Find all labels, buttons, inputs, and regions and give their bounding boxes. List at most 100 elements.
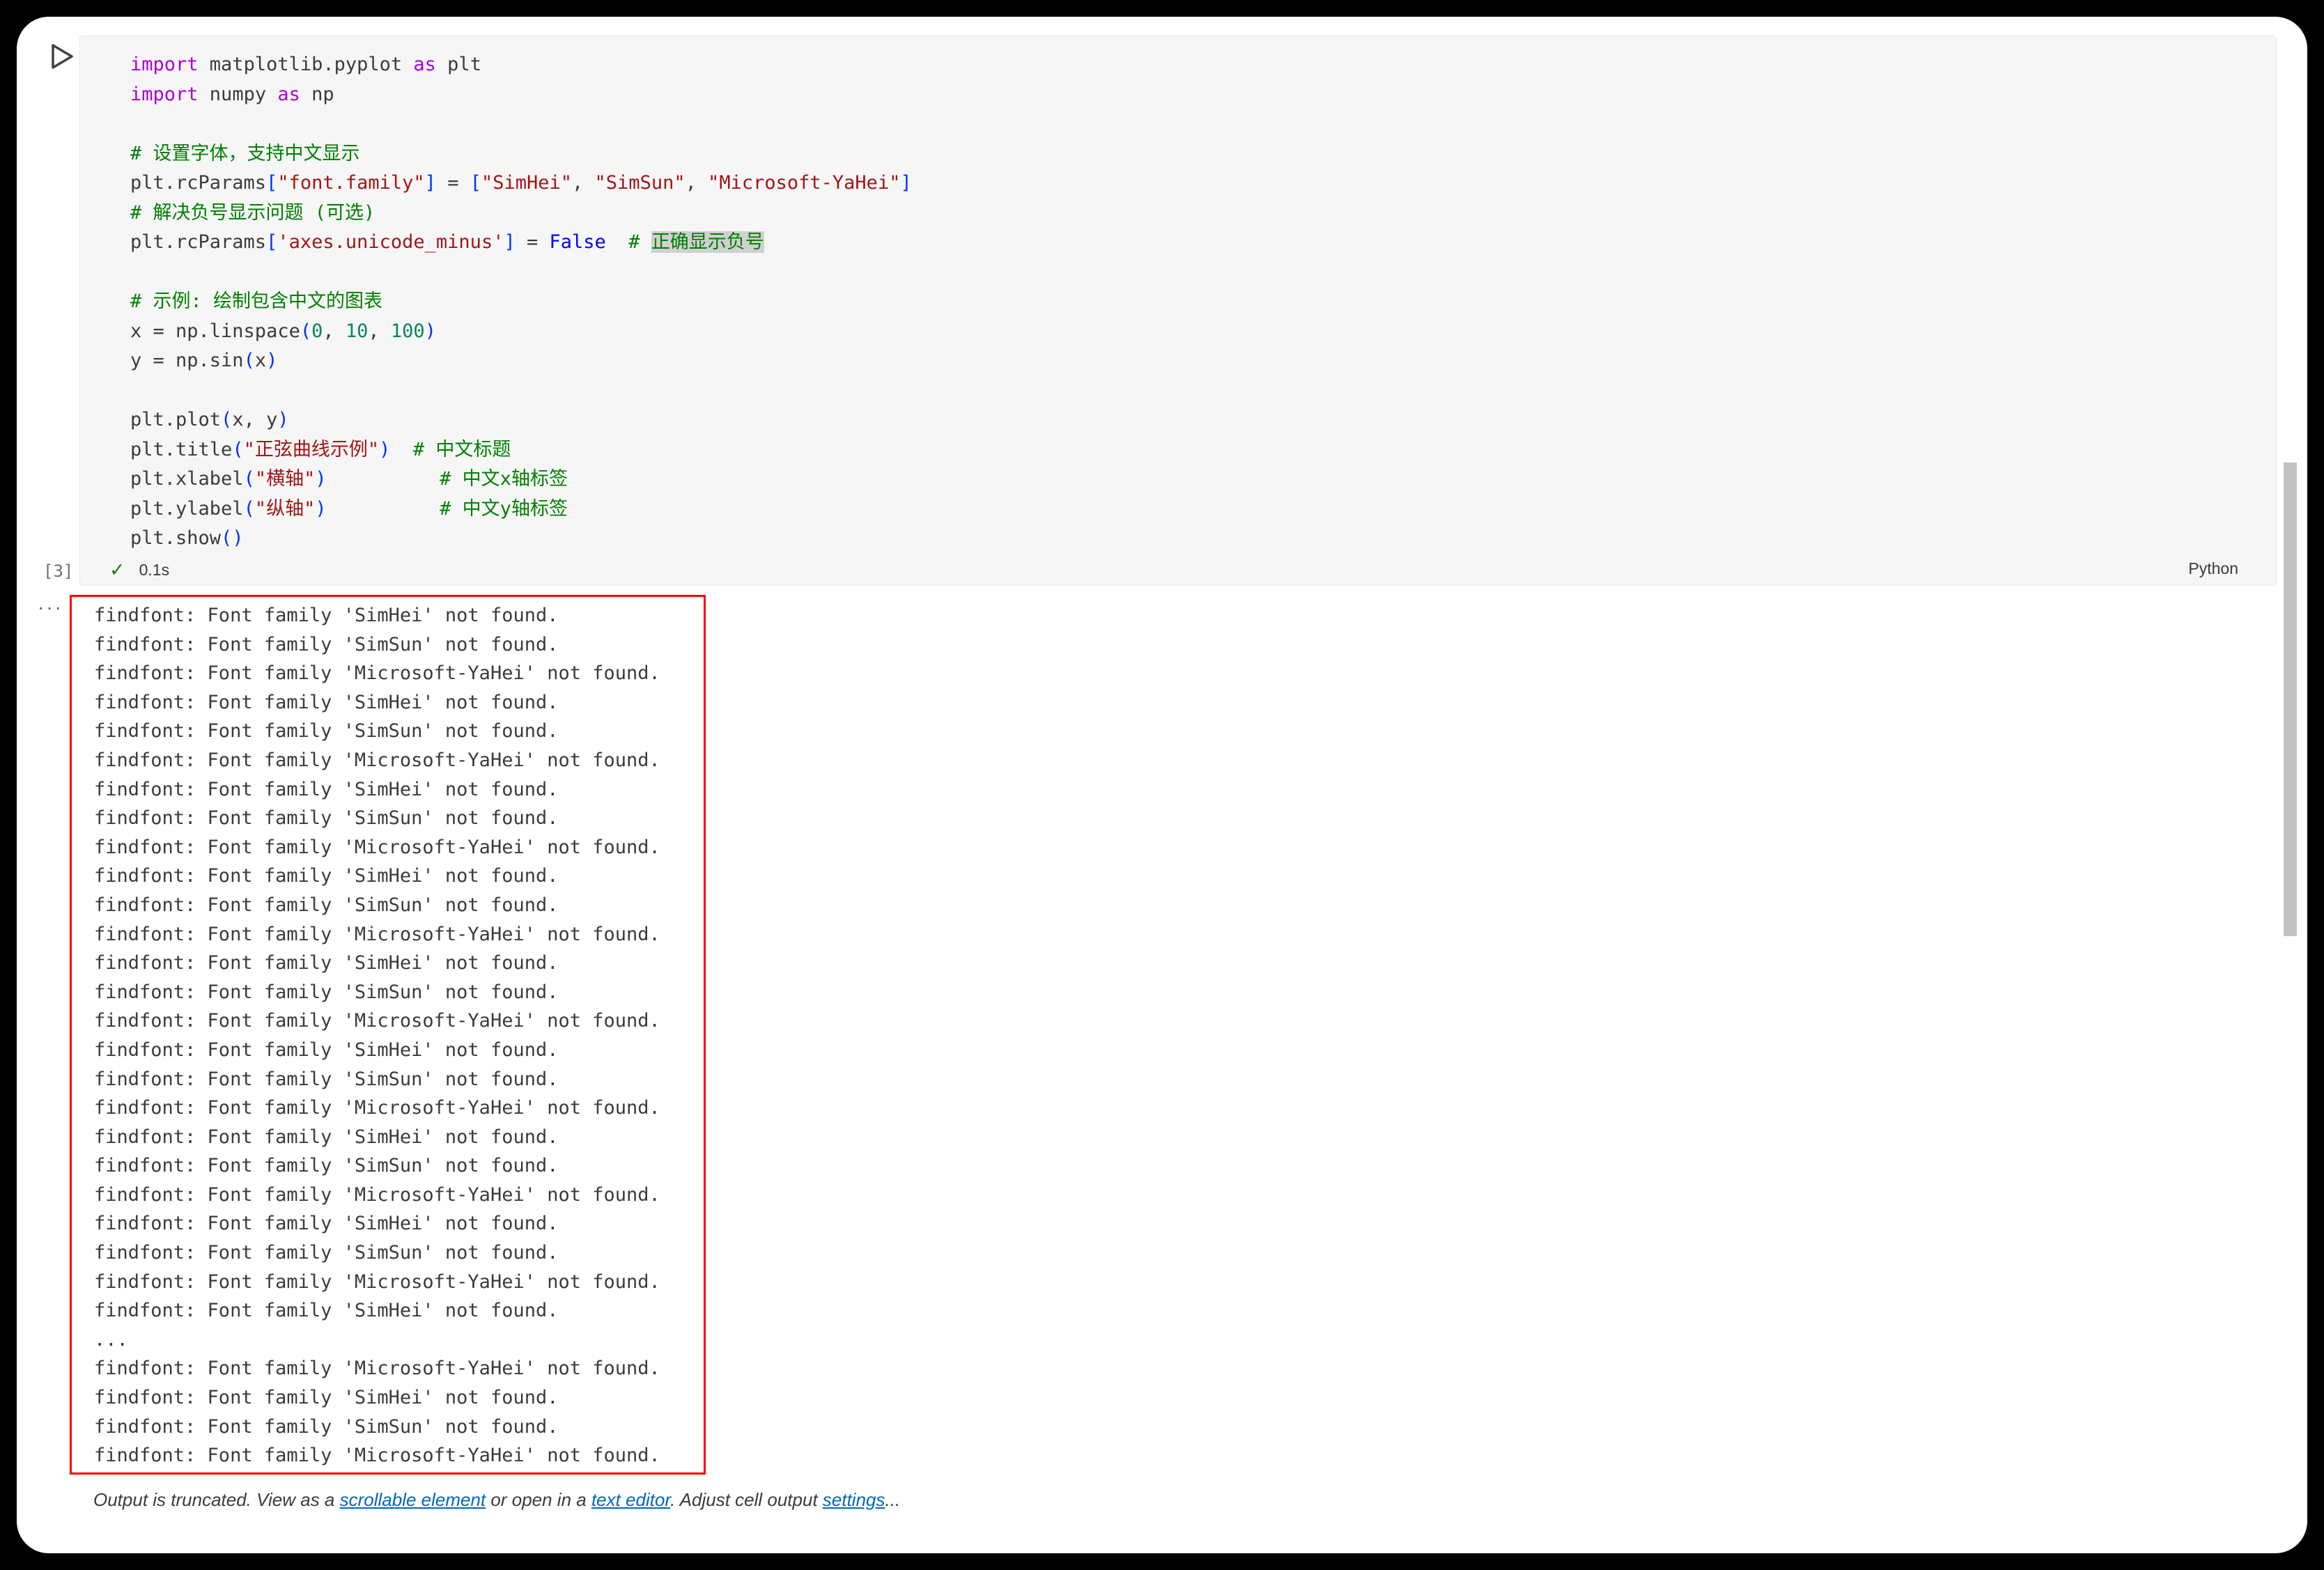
output-line: findfont: Font family 'SimHei' not found… [94,1036,704,1065]
code-token: ) [266,350,277,371]
code-token: matplotlib.pyplot [199,54,414,75]
code-line[interactable]: import numpy as np [130,80,2262,110]
output-line: findfont: Font family 'SimHei' not found… [94,1123,704,1152]
code-line[interactable] [130,109,2262,139]
code-token: x = np.linspace [130,320,300,342]
trunc-text: Output is truncated. View as a [93,1489,340,1510]
vertical-scrollbar-thumb[interactable] [2284,463,2297,936]
code-token: [ [470,172,481,194]
output-line: findfont: Font family 'SimSun' not found… [94,630,704,660]
code-token: 正确显示负号 [651,231,764,253]
code-token: np [300,84,334,105]
collapse-output-button[interactable]: ··· [38,596,63,619]
output-line: findfont: Font family 'SimSun' not found… [94,1413,704,1442]
code-token: = [436,172,470,194]
code-line[interactable]: # 示例: 绘制包含中文的图表 [130,287,2262,317]
code-token: = [516,231,550,253]
output-line: findfont: Font family 'Microsoft-YaHei' … [94,659,704,688]
output-line: findfont: Font family 'SimHei' not found… [94,1383,704,1413]
code-token: as [413,54,436,75]
cell-status-row: ✓ 0.1s [109,561,169,580]
code-token [327,498,440,520]
code-line[interactable]: plt.title("正弦曲线示例") # 中文标题 [130,435,2262,465]
code-token: as [277,84,300,105]
code-token: , [323,320,346,342]
code-line[interactable]: plt.plot(x, y) [130,405,2262,435]
code-line[interactable]: # 设置字体，支持中文显示 [130,139,2262,169]
output-line: findfont: Font family 'Microsoft-YaHei' … [94,1268,704,1297]
output-line: findfont: Font family 'SimHei' not found… [94,1296,704,1326]
code-token: ( [244,468,255,490]
code-line[interactable]: plt.rcParams["font.family"] = ["SimHei",… [130,169,2262,199]
output-line: findfont: Font family 'Microsoft-YaHei' … [94,1006,704,1036]
code-line[interactable]: plt.ylabel("纵轴") # 中文y轴标签 [130,495,2262,524]
output-line: findfont: Font family 'SimSun' not found… [94,717,704,746]
code-token: plt [436,54,481,75]
code-token: "纵轴" [255,498,316,520]
code-token: [ [266,231,277,253]
code-token: ( [244,498,255,520]
code-token [390,439,413,460]
code-token: ( [300,320,311,342]
code-line[interactable]: # 解决负号显示问题 (可选) [130,199,2262,228]
code-token: plt.xlabel [130,468,244,490]
output-line: findfont: Font family 'Microsoft-YaHei' … [94,1094,704,1123]
code-token: ( [244,350,255,371]
code-token: # 中文标题 [413,439,511,460]
output-line: ... [94,1326,704,1355]
code-line[interactable]: y = np.sin(x) [130,346,2262,376]
code-editor[interactable]: import matplotlib.pyplot as pltimport nu… [130,50,2262,554]
code-token: , [572,172,595,194]
scrollable-element-link[interactable]: scrollable element [340,1489,486,1510]
code-token: # 解决负号显示问题 (可选) [130,202,375,224]
code-token: plt.ylabel [130,498,244,520]
output-line: findfont: Font family 'SimHei' not found… [94,601,704,630]
output-line: findfont: Font family 'SimSun' not found… [94,978,704,1007]
language-picker[interactable]: Python [2188,559,2238,578]
code-line[interactable]: plt.rcParams['axes.unicode_minus'] = Fal… [130,228,2262,258]
code-token: ) [425,320,436,342]
output-truncated-note: Output is truncated. View as a scrollabl… [93,1488,900,1511]
output-line: findfont: Font family 'SimSun' not found… [94,1065,704,1094]
output-line: findfont: Font family 'Microsoft-YaHei' … [94,920,704,949]
output-line: findfont: Font family 'SimSun' not found… [94,804,704,833]
execution-count: [3] [43,561,73,581]
output-line: findfont: Font family 'Microsoft-YaHei' … [94,833,704,862]
notebook-code-cell[interactable]: import matplotlib.pyplot as pltimport nu… [79,36,2277,586]
code-line[interactable]: plt.xlabel("横轴") # 中文x轴标签 [130,465,2262,495]
code-token: ) [315,468,326,490]
code-line[interactable]: import matplotlib.pyplot as plt [130,50,2262,80]
output-line: findfont: Font family 'SimSun' not found… [94,1151,704,1181]
output-line: findfont: Font family 'SimHei' not found… [94,688,704,717]
run-cell-button[interactable] [46,40,78,72]
code-token: "SimHei" [481,172,572,194]
code-token: [ [266,172,277,194]
code-token: ) [379,439,390,460]
execution-duration: 0.1s [139,561,169,580]
code-token: numpy [199,84,278,105]
code-token: ] [425,172,436,194]
code-token: "Microsoft-YaHei" [708,172,900,194]
code-token: # 设置字体，支持中文显示 [130,143,360,164]
code-line[interactable]: x = np.linspace(0, 10, 100) [130,317,2262,347]
code-token: 10 [346,320,369,342]
code-line[interactable] [130,258,2262,288]
code-token: , [368,320,391,342]
code-token: import [130,54,199,75]
output-line: findfont: Font family 'SimHei' not found… [94,949,704,978]
code-token: ) [232,527,243,549]
code-token: 0 [311,320,323,342]
success-check-icon: ✓ [109,561,125,580]
settings-link[interactable]: settings [823,1489,885,1510]
output-line: findfont: Font family 'Microsoft-YaHei' … [94,1441,704,1470]
code-token: # [628,231,651,253]
code-line[interactable] [130,376,2262,406]
code-token: "SimSun" [595,172,685,194]
code-token: import [130,84,199,105]
code-token: # 中文x轴标签 [440,468,568,490]
code-token: plt.show [130,527,221,549]
code-line[interactable]: plt.show() [130,524,2262,554]
text-editor-link[interactable]: text editor [591,1489,670,1510]
code-token: plt.title [130,439,232,460]
output-line: findfont: Font family 'Microsoft-YaHei' … [94,746,704,775]
